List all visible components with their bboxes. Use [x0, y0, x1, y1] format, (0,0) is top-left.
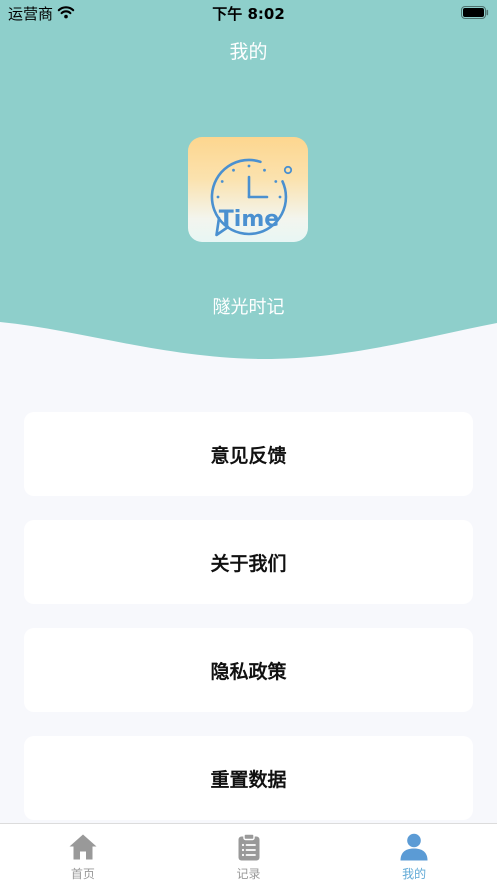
menu-item-label: 重置数据 — [210, 768, 287, 791]
tab-label: 记录 — [236, 867, 261, 881]
battery-icon — [461, 6, 489, 19]
menu-item-label: 关于我们 — [210, 552, 287, 575]
feedback-button[interactable]: 意见反馈 — [24, 412, 473, 496]
status-bar: 运营商 下午 8:02 — [0, 0, 497, 26]
menu-item-label: 隐私政策 — [210, 660, 287, 683]
tab-label: 首页 — [70, 867, 95, 881]
page-title: 我的 — [229, 41, 268, 63]
app-name: 隧光时记 — [212, 297, 285, 318]
user-icon — [400, 833, 428, 861]
privacy-policy-button[interactable]: 隐私政策 — [24, 628, 473, 712]
tab-records[interactable]: 记录 — [166, 824, 332, 883]
reset-data-button[interactable]: 重置数据 — [24, 736, 473, 820]
status-time: 下午 8:02 — [212, 5, 285, 23]
tab-label: 我的 — [402, 867, 427, 881]
logo-text: Time — [219, 207, 279, 232]
clock-logo-icon: Time — [210, 158, 293, 237]
menu-item-label: 意见反馈 — [210, 444, 287, 467]
home-icon — [69, 834, 97, 860]
tab-home[interactable]: 首页 — [0, 824, 166, 883]
clipboard-icon — [238, 833, 259, 861]
app-logo: Time — [188, 137, 308, 242]
tab-bar: 首页 记录 我的 — [0, 823, 497, 883]
tab-mine[interactable]: 我的 — [331, 824, 497, 883]
about-us-button[interactable]: 关于我们 — [24, 520, 473, 604]
